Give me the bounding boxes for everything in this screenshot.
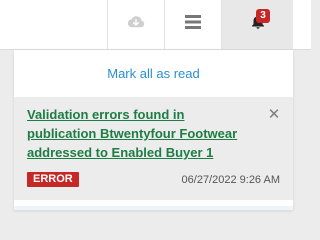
cloud-download-button[interactable] [107, 0, 164, 49]
next-notification-card[interactable] [14, 206, 293, 210]
notification-card: Validation errors found in publication B… [14, 97, 293, 200]
notification-title-link[interactable]: Validation errors found in publication B… [27, 105, 257, 162]
notification-count-badge: 3 [256, 9, 270, 23]
error-status-badge: ERROR [27, 172, 79, 187]
notification-timestamp: 06/27/2022 9:26 AM [181, 174, 280, 186]
cloud-download-icon [127, 13, 145, 36]
top-bar: 3 [0, 0, 311, 50]
notifications-button[interactable] [221, 0, 293, 49]
list-view-button[interactable] [164, 0, 221, 49]
mark-all-as-read-link[interactable]: Mark all as read [14, 64, 293, 84]
close-icon: ✕ [267, 106, 281, 123]
notifications-panel: Mark all as read Validation errors found… [14, 50, 293, 210]
list-view-icon [184, 13, 202, 36]
dismiss-notification-button[interactable]: ✕ [267, 106, 281, 123]
